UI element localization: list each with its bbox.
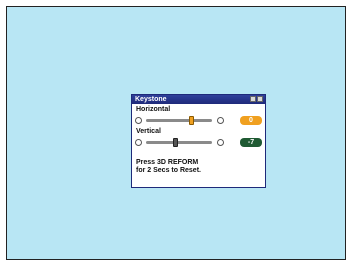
reset-message-line-1: Press 3D REFORM xyxy=(136,159,199,166)
keystone-dialog: Keystone Horizontal 0 Vertical -7 Press … xyxy=(131,94,266,188)
horizontal-label: Horizontal xyxy=(136,106,171,113)
horizontal-slider-row[interactable]: 0 xyxy=(135,116,263,125)
vertical-slider-track[interactable] xyxy=(146,138,212,147)
decrease-icon[interactable] xyxy=(135,139,142,146)
increase-icon[interactable] xyxy=(217,139,224,146)
dialog-titlebar: Keystone xyxy=(132,95,265,104)
increase-icon[interactable] xyxy=(217,117,224,124)
close-icon[interactable] xyxy=(257,96,263,102)
vertical-slider-row[interactable]: -7 xyxy=(135,138,263,147)
vertical-slider-thumb[interactable] xyxy=(173,138,178,147)
reset-message-line-2: for 2 Secs to Reset. xyxy=(136,167,201,174)
decrease-icon[interactable] xyxy=(135,117,142,124)
vertical-value: -7 xyxy=(240,138,262,147)
horizontal-slider-track[interactable] xyxy=(146,116,212,125)
vertical-label: Vertical xyxy=(136,128,161,135)
horizontal-value: 0 xyxy=(240,116,262,125)
minimize-icon[interactable] xyxy=(250,96,256,102)
dialog-title: Keystone xyxy=(135,96,167,103)
horizontal-slider-thumb[interactable] xyxy=(189,116,194,125)
projection-screen: Keystone Horizontal 0 Vertical -7 Press … xyxy=(6,6,346,260)
reset-instructions: Press 3D REFORM for 2 Secs to Reset. xyxy=(136,159,261,175)
